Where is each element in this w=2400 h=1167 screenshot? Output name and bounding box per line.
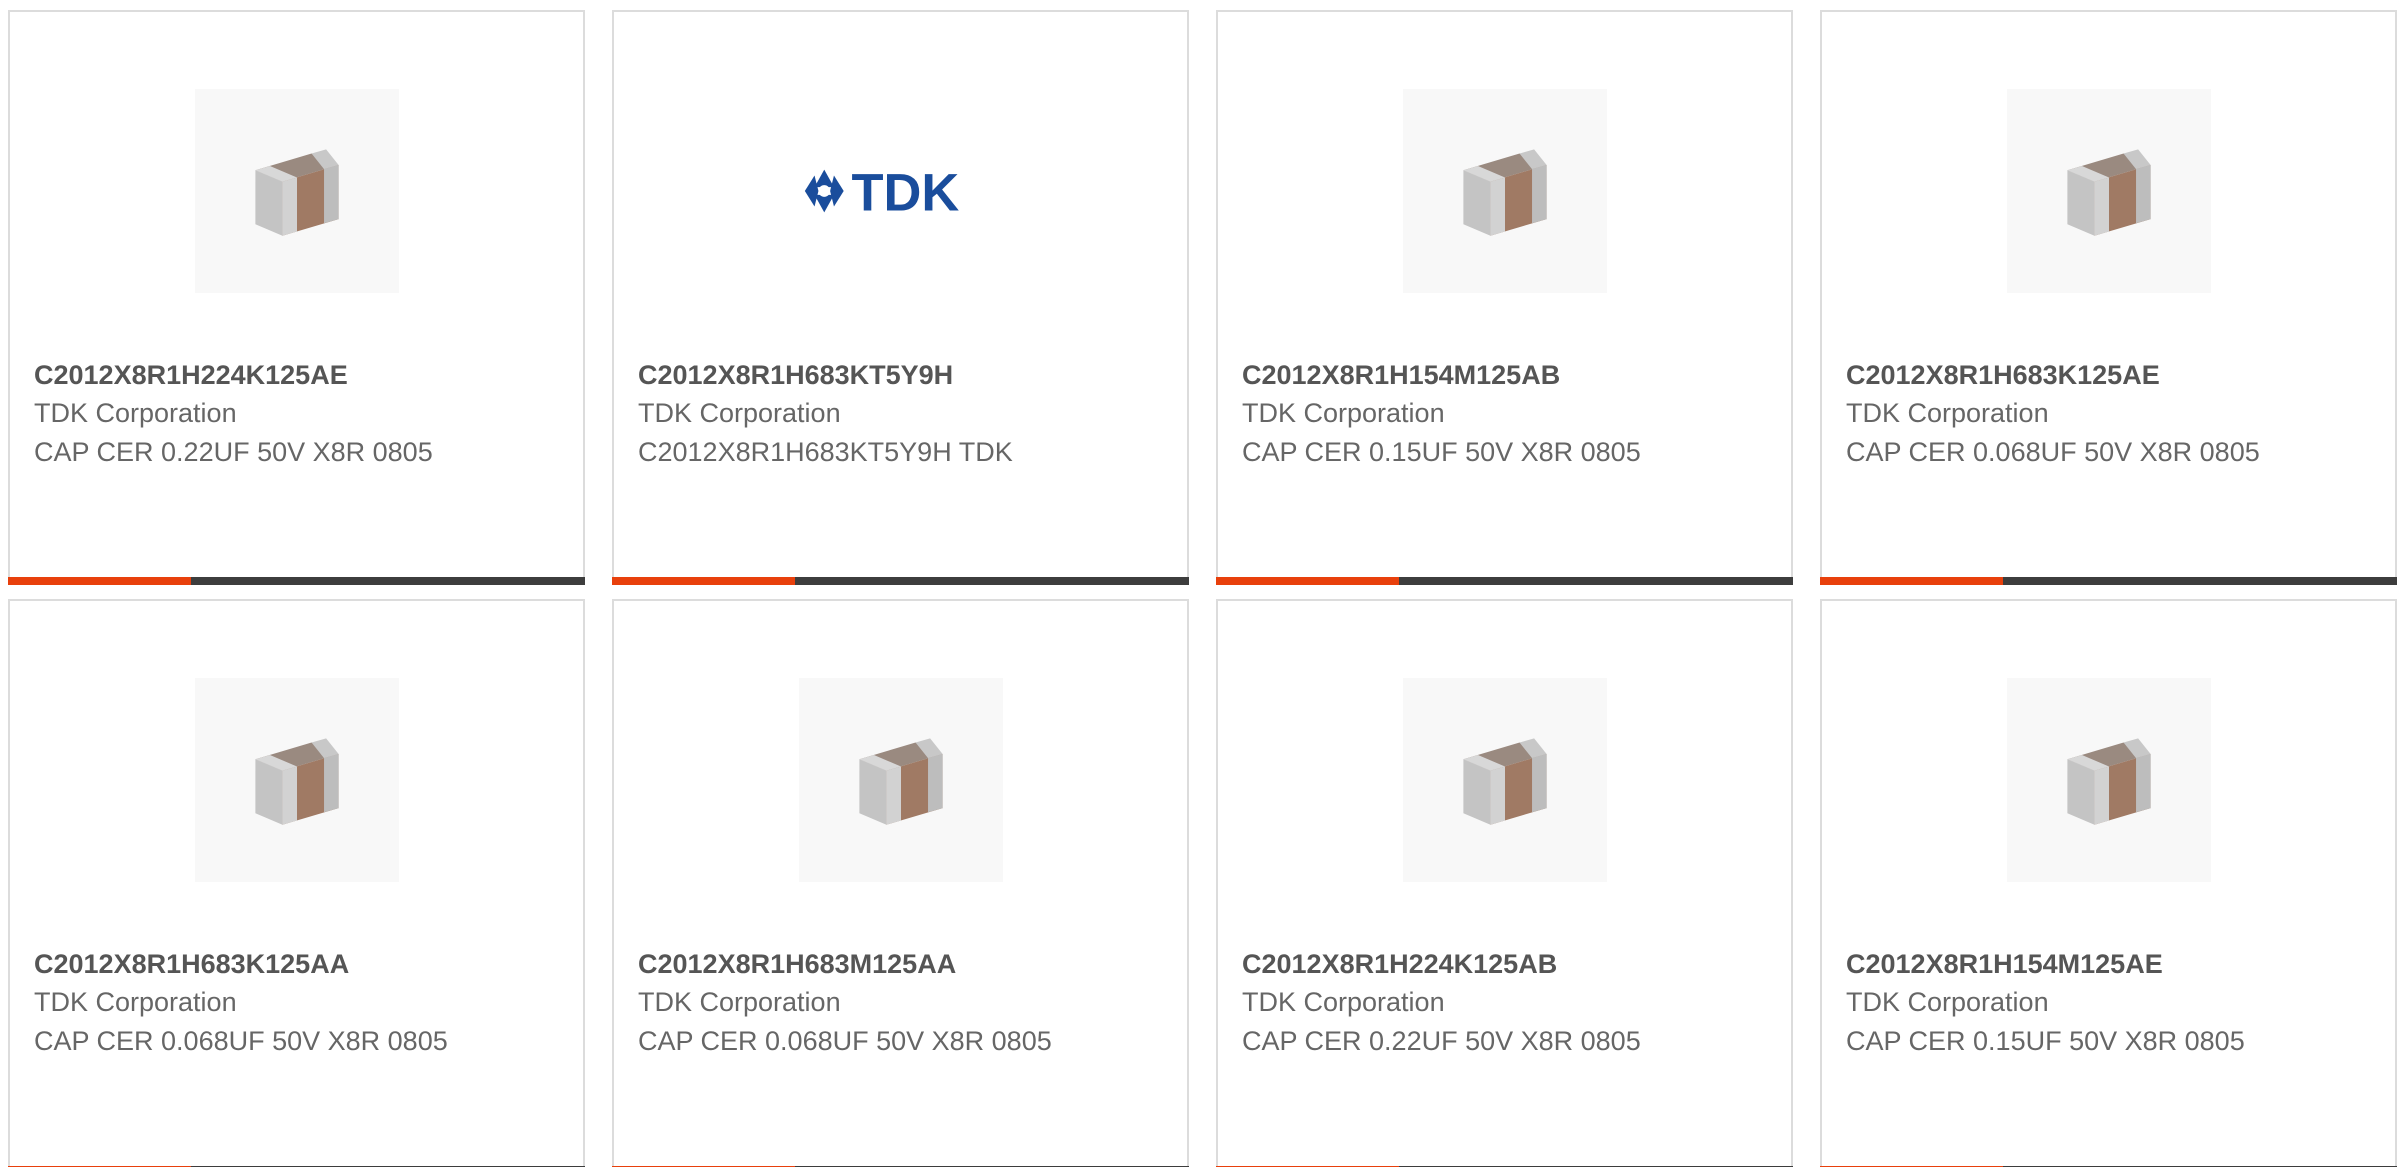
part-number[interactable]: C2012X8R1H683K125AE (1846, 360, 2160, 391)
manufacturer: TDK Corporation (638, 987, 841, 1017)
tdk-logo-text: TDK (851, 164, 959, 221)
product-grid: C2012X8R1H224K125AE TDK Corporation CAP … (0, 0, 2400, 1167)
manufacturer: TDK Corporation (1846, 987, 2049, 1017)
part-number[interactable]: C2012X8R1H154M125AE (1846, 949, 2163, 980)
card-footer-bar (8, 577, 585, 585)
part-number[interactable]: C2012X8R1H683M125AA (638, 949, 956, 980)
product-description: CAP CER 0.15UF 50V X8R 0805 (1846, 1026, 2245, 1056)
product-description: CAP CER 0.22UF 50V X8R 0805 (34, 437, 433, 467)
capacitor-chip-icon (2067, 149, 2151, 236)
product-description: CAP CER 0.15UF 50V X8R 0805 (1242, 437, 1641, 467)
product-image[interactable]: TDK (799, 89, 1003, 293)
capacitor-chip-icon (1463, 738, 1547, 825)
product-image[interactable] (195, 678, 399, 882)
product-image[interactable] (1403, 89, 1607, 293)
part-number[interactable]: C2012X8R1H224K125AB (1242, 949, 1557, 980)
product-description: CAP CER 0.068UF 50V X8R 0805 (34, 1026, 448, 1056)
product-card[interactable]: TDK C2012X8R1H683KT5Y9H TDK Corporation … (612, 10, 1189, 585)
part-number[interactable]: C2012X8R1H154M125AB (1242, 360, 1560, 391)
manufacturer: TDK Corporation (638, 398, 841, 428)
tdk-logo: TDK (804, 164, 959, 221)
capacitor-chip-icon (255, 149, 339, 236)
card-footer-bar (1820, 577, 2397, 585)
product-description: CAP CER 0.068UF 50V X8R 0805 (1846, 437, 2260, 467)
capacitor-chip-icon (1463, 149, 1547, 236)
product-image[interactable] (1403, 678, 1607, 882)
product-card[interactable]: C2012X8R1H154M125AB TDK Corporation CAP … (1216, 10, 1793, 585)
product-card[interactable]: C2012X8R1H224K125AE TDK Corporation CAP … (8, 10, 585, 585)
part-number[interactable]: C2012X8R1H683KT5Y9H (638, 360, 953, 391)
product-card[interactable]: C2012X8R1H683M125AA TDK Corporation CAP … (612, 599, 1189, 1167)
manufacturer: TDK Corporation (1242, 987, 1445, 1017)
manufacturer: TDK Corporation (34, 398, 237, 428)
part-number[interactable]: C2012X8R1H224K125AE (34, 360, 348, 391)
capacitor-chip-icon (2067, 738, 2151, 825)
manufacturer: TDK Corporation (1846, 398, 2049, 428)
capacitor-chip-icon (255, 738, 339, 825)
product-card[interactable]: C2012X8R1H224K125AB TDK Corporation CAP … (1216, 599, 1793, 1167)
product-image[interactable] (2007, 89, 2211, 293)
capacitor-chip-icon (859, 738, 943, 825)
product-card[interactable]: C2012X8R1H683K125AE TDK Corporation CAP … (1820, 10, 2397, 585)
product-card[interactable]: C2012X8R1H154M125AE TDK Corporation CAP … (1820, 599, 2397, 1167)
product-description: C2012X8R1H683KT5Y9H TDK (638, 437, 1013, 467)
manufacturer: TDK Corporation (1242, 398, 1445, 428)
card-footer-bar (612, 577, 1189, 585)
product-card[interactable]: C2012X8R1H683K125AA TDK Corporation CAP … (8, 599, 585, 1167)
manufacturer: TDK Corporation (34, 987, 237, 1017)
card-footer-bar (1216, 577, 1793, 585)
product-description: CAP CER 0.22UF 50V X8R 0805 (1242, 1026, 1641, 1056)
product-image[interactable] (799, 678, 1003, 882)
product-description: CAP CER 0.068UF 50V X8R 0805 (638, 1026, 1052, 1056)
product-image[interactable] (2007, 678, 2211, 882)
product-image[interactable] (195, 89, 399, 293)
part-number[interactable]: C2012X8R1H683K125AA (34, 949, 349, 980)
